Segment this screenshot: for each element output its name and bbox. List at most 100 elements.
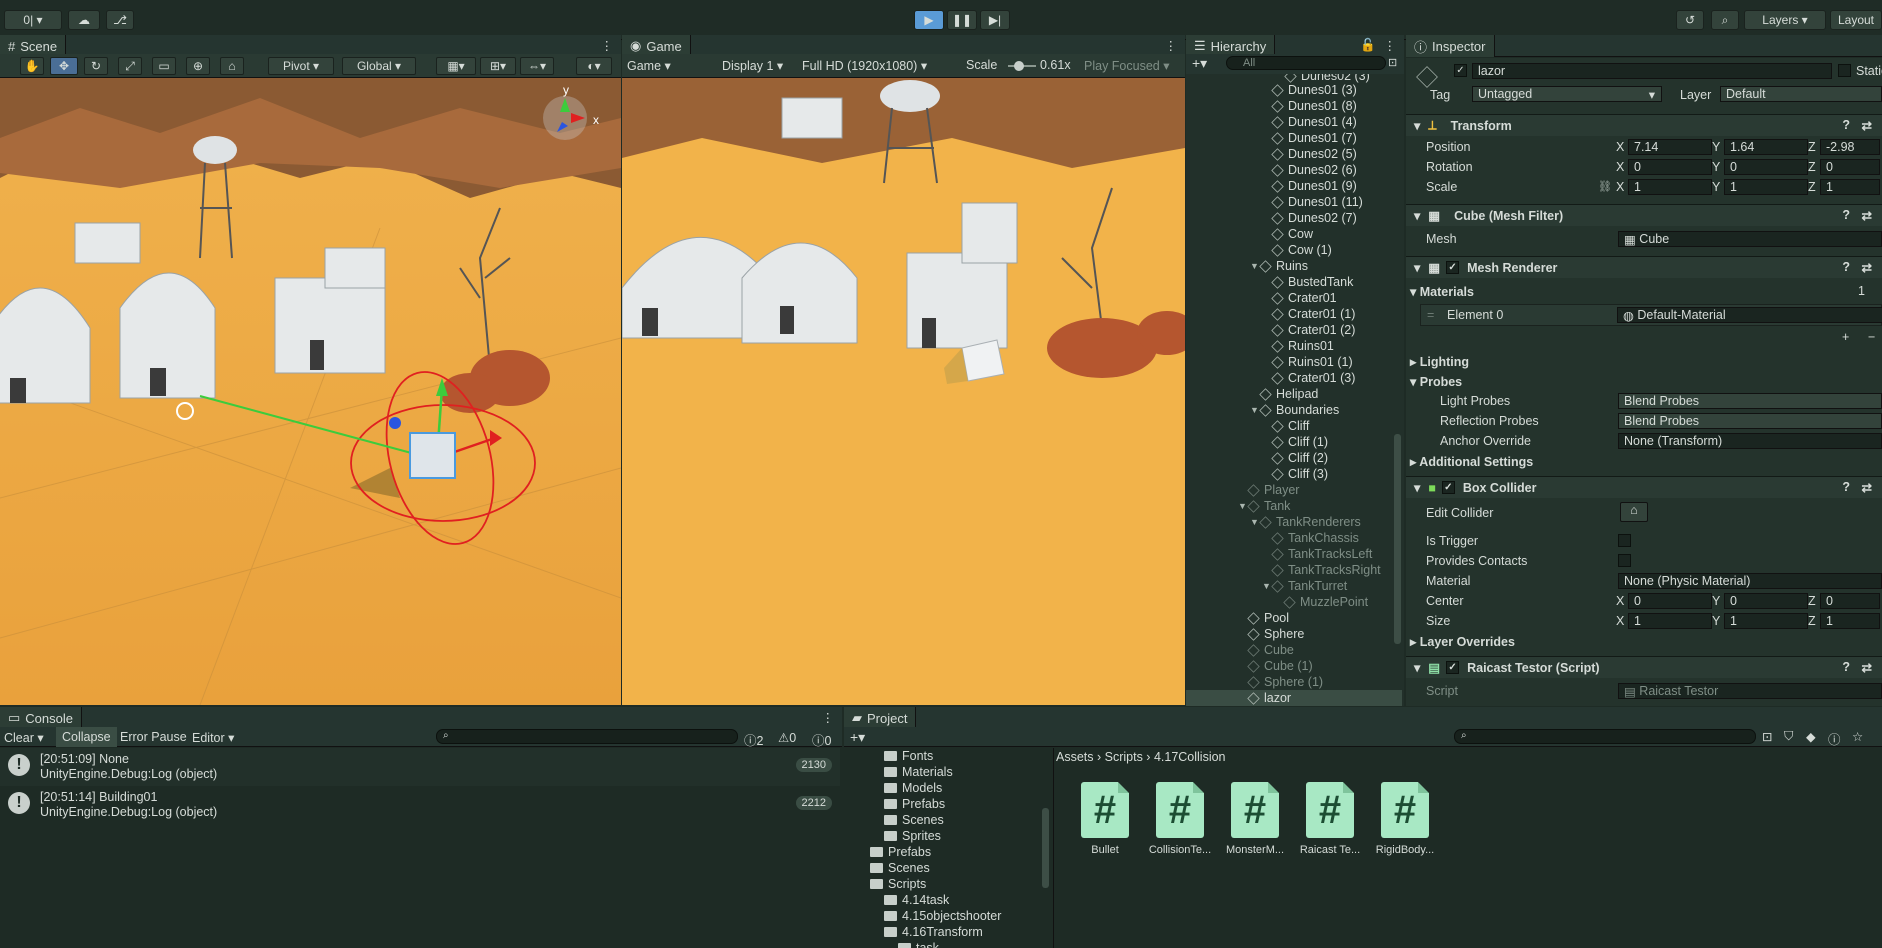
list-item[interactable]: Ruins01 — [1186, 338, 1402, 354]
breadcrumb-scripts[interactable]: Scripts — [1105, 750, 1143, 764]
list-item[interactable]: BustedTank — [1186, 274, 1402, 290]
cloud-icon[interactable]: ☁ — [68, 10, 100, 30]
list-item[interactable]: Cube (1) — [1186, 658, 1402, 674]
active-checkbox[interactable]: ✓ — [1454, 64, 1467, 77]
list-item[interactable]: Player — [1186, 482, 1402, 498]
layout-dropdown[interactable]: Layout — [1830, 10, 1882, 30]
transform-section[interactable]: ▾ ⟂ Transform ? ⇄ — [1406, 114, 1882, 136]
mesh-field[interactable]: ▦ Cube — [1618, 231, 1882, 247]
snap-increment-icon[interactable]: ⊞▾ — [480, 57, 516, 75]
list-item[interactable]: TankChassis — [1186, 530, 1402, 546]
list-item[interactable]: TankTracksLeft — [1186, 546, 1402, 562]
help-icon[interactable]: ? — [1842, 660, 1850, 674]
position-x-field[interactable]: 7.14 — [1628, 139, 1712, 155]
warning-count-toggle[interactable]: ⚠0 — [778, 730, 796, 745]
play-button[interactable]: ▶ — [914, 10, 944, 30]
folder-item[interactable]: Prefabs — [870, 844, 931, 860]
list-item[interactable]: Helipad — [1186, 386, 1402, 402]
rotation-y-field[interactable]: 0 — [1724, 159, 1808, 175]
pause-button[interactable]: ❚❚ — [947, 10, 977, 30]
lighting-foldout[interactable]: ▸ Lighting — [1410, 354, 1469, 369]
tab-console[interactable]: ▭ Console — [0, 707, 82, 729]
reflection-probes-dropdown[interactable]: Blend Probes — [1618, 413, 1882, 429]
settings-icon[interactable]: ⇄ — [1862, 208, 1872, 223]
anchor-override-field[interactable]: None (Transform) — [1618, 433, 1882, 449]
list-item[interactable]: Dunes01 (4) — [1186, 114, 1402, 130]
log-count-toggle[interactable]: ⓘ2 — [744, 730, 763, 749]
edit-collider-button[interactable]: ⌂ — [1620, 502, 1648, 522]
probes-foldout[interactable]: ▾ Probes — [1410, 374, 1462, 389]
game-view[interactable] — [622, 78, 1185, 705]
history-icon[interactable]: ↺ — [1676, 10, 1704, 30]
physic-material-field[interactable]: None (Physic Material) — [1618, 573, 1882, 589]
list-item[interactable]: Dunes02 (7) — [1186, 210, 1402, 226]
folder-item[interactable]: Sprites — [884, 828, 941, 844]
error-count-toggle[interactable]: ⓘ0 — [812, 730, 831, 749]
rotation-z-field[interactable]: 0 — [1820, 159, 1880, 175]
materials-foldout[interactable]: ▾ Materials — [1410, 284, 1474, 299]
folder-item[interactable]: 4.16Transform — [884, 924, 983, 940]
script-asset[interactable]: # CollisionTe... — [1146, 782, 1214, 856]
script-asset[interactable]: # Raicast Te... — [1296, 782, 1364, 856]
list-item[interactable]: ▼ TankRenderers — [1186, 514, 1402, 530]
tab-inspector[interactable]: ⓘ Inspector — [1406, 35, 1495, 57]
script-section[interactable]: ▾ ▤ ✓ Raicast Testor (Script) ? ⇄ — [1406, 656, 1882, 678]
scale-slider[interactable] — [1008, 61, 1036, 71]
layer-overrides-foldout[interactable]: ▸ Layer Overrides — [1410, 634, 1515, 649]
folder-item[interactable]: Scenes — [884, 812, 944, 828]
visibility-icon[interactable]: ◐▾ — [576, 57, 612, 75]
folder-item[interactable]: Materials — [884, 764, 953, 780]
provides-contacts-checkbox[interactable] — [1618, 554, 1631, 567]
list-item[interactable]: TankTracksRight — [1186, 562, 1402, 578]
center-z-field[interactable]: 0 — [1820, 593, 1880, 609]
settings-icon[interactable]: ⇄ — [1862, 118, 1872, 133]
list-item[interactable]: Sphere — [1186, 626, 1402, 642]
add-icon[interactable]: +▾ — [1192, 55, 1207, 72]
settings-icon[interactable]: ⇄ — [1862, 660, 1872, 675]
clear-button[interactable]: Clear ▾ — [4, 730, 44, 745]
rotation-x-field[interactable]: 0 — [1628, 159, 1712, 175]
log-entry[interactable]: ! [20:51:09] None UnityEngine.Debug:Log … — [0, 748, 840, 786]
list-item[interactable]: ▼ TankTurret — [1186, 578, 1402, 594]
label-icon[interactable]: ◆ — [1806, 729, 1816, 744]
display-dropdown[interactable]: Display 1 ▾ — [722, 58, 783, 73]
layers-dropdown[interactable]: Layers ▾ — [1744, 10, 1826, 30]
hierarchy-scrollbar[interactable] — [1394, 434, 1401, 644]
tag-dropdown[interactable]: Untagged ▾ — [1472, 86, 1662, 102]
scene-view[interactable]: yx — [0, 78, 621, 705]
script-asset[interactable]: # Bullet — [1071, 782, 1139, 856]
folder-item[interactable]: 4.15objectshooter — [884, 908, 1001, 924]
more-icon[interactable]: ⋮ — [1165, 38, 1178, 53]
light-probes-dropdown[interactable]: Blend Probes — [1618, 393, 1882, 409]
size-y-field[interactable]: 1 — [1724, 613, 1808, 629]
mesh-filter-section[interactable]: ▾ ▦ Cube (Mesh Filter) ? ⇄ — [1406, 204, 1882, 226]
drag-handle-icon[interactable]: = — [1427, 308, 1434, 322]
folder-item[interactable]: Scenes — [870, 860, 930, 876]
center-x-field[interactable]: 0 — [1628, 593, 1712, 609]
script-asset[interactable]: # MonsterM... — [1221, 782, 1289, 856]
size-x-field[interactable]: 1 — [1628, 613, 1712, 629]
play-focused-dropdown[interactable]: Play Focused ▾ — [1084, 58, 1169, 73]
script-enabled-checkbox[interactable]: ✓ — [1446, 661, 1460, 674]
materials-count[interactable]: 1 — [1858, 284, 1865, 298]
list-item[interactable]: Crater01 (1) — [1186, 306, 1402, 322]
center-y-field[interactable]: 0 — [1724, 593, 1808, 609]
search-by-type-icon[interactable]: ⊡ — [1762, 729, 1772, 744]
step-button[interactable]: ▶| — [980, 10, 1010, 30]
custom-tool-icon[interactable]: ⌂ — [220, 57, 244, 75]
scale-x-field[interactable]: 1 — [1628, 179, 1712, 195]
size-z-field[interactable]: 1 — [1820, 613, 1880, 629]
folder-item[interactable]: Fonts — [884, 748, 933, 764]
rotate-tool-icon[interactable]: ↻ — [84, 57, 108, 75]
list-item[interactable]: ▼ Tank — [1186, 498, 1402, 514]
more-icon[interactable]: ⋮ — [822, 710, 835, 725]
favorite-icon[interactable]: ☆ — [1852, 729, 1863, 744]
help-icon[interactable]: ? — [1842, 118, 1850, 132]
account-dropdown[interactable]: 0| ▾ — [4, 10, 62, 30]
folder-item[interactable]: Prefabs — [884, 796, 945, 812]
search-icon[interactable]: ⌕ — [1711, 10, 1739, 30]
folder-item[interactable]: Models — [884, 780, 942, 796]
box-collider-enabled-checkbox[interactable]: ✓ — [1441, 481, 1455, 494]
collapse-button[interactable]: Collapse — [56, 727, 117, 747]
scale-y-field[interactable]: 1 — [1724, 179, 1808, 195]
